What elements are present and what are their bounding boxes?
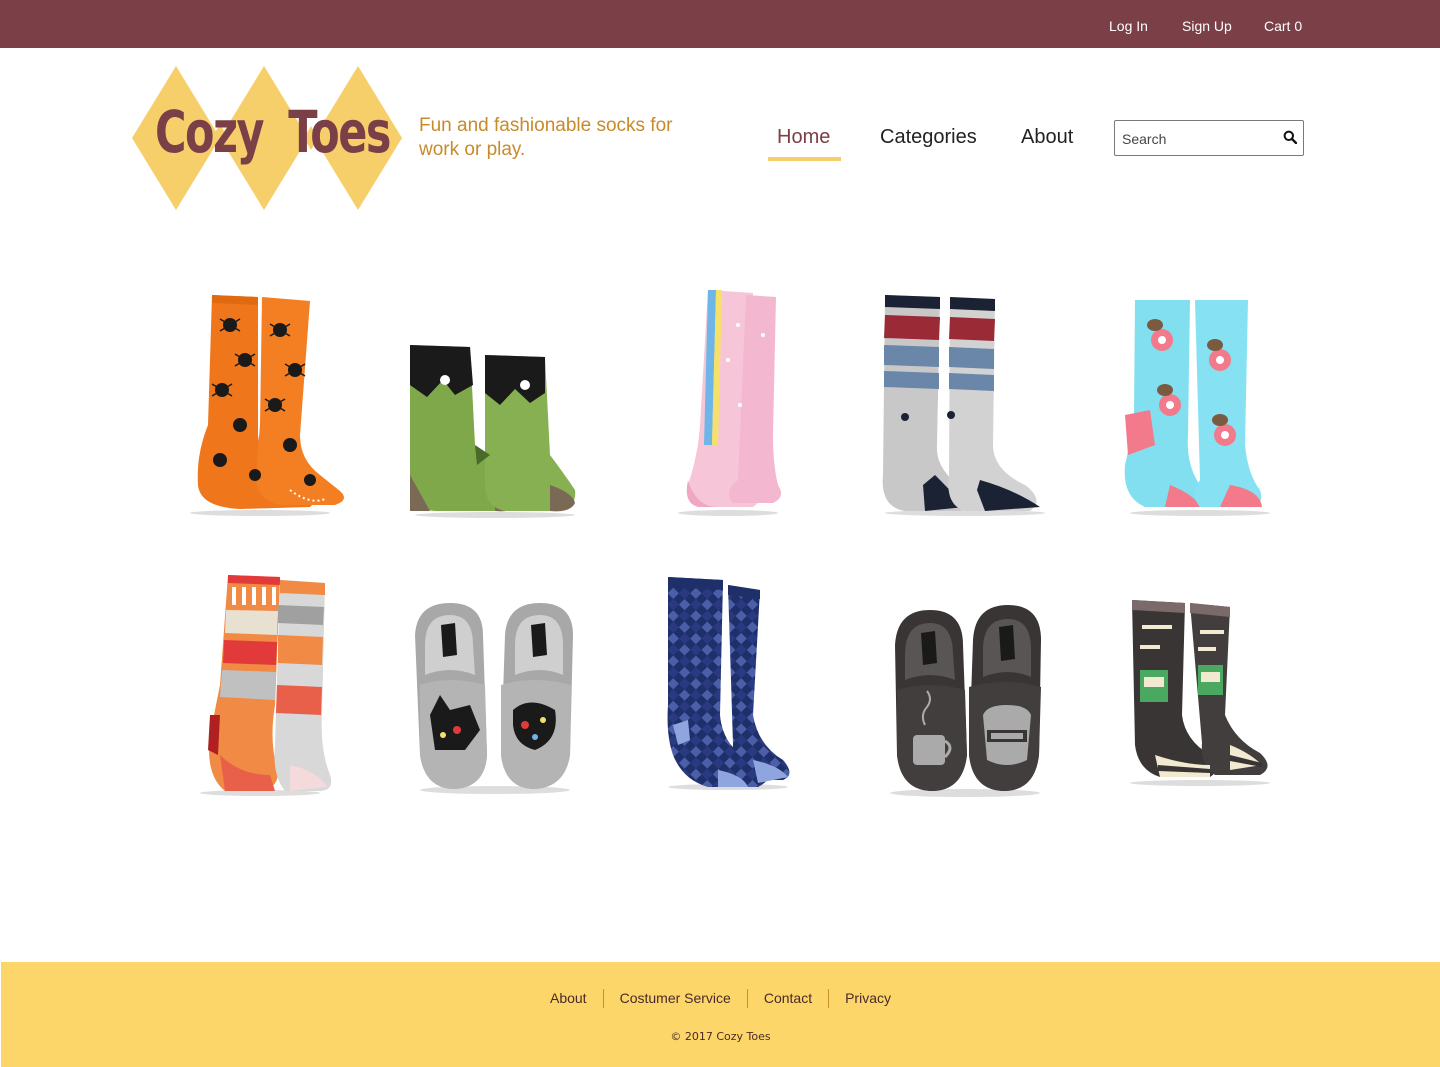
product-spider-socks[interactable] xyxy=(160,285,360,525)
striped-socks-image xyxy=(882,295,1045,516)
product-sunday-socks[interactable] xyxy=(1100,565,1300,805)
product-cat-slippers[interactable] xyxy=(395,565,595,805)
nav-categories[interactable]: Categories xyxy=(880,126,977,149)
logo-wordmark[interactable]: Cozy Toes xyxy=(155,98,391,166)
product-striped-socks[interactable] xyxy=(865,285,1065,525)
argyle-socks-image xyxy=(667,577,790,790)
footer-links: About Costumer Service Contact Privacy xyxy=(1,989,1440,1008)
copyright: © 2017 Cozy Toes xyxy=(670,1030,771,1043)
footer-link-customer-service[interactable]: Costumer Service xyxy=(602,989,747,1008)
logo-word-toes: Toes xyxy=(288,98,391,166)
unicorn-socks-image xyxy=(678,290,782,516)
product-nordic-socks[interactable] xyxy=(160,565,360,805)
search-icon[interactable] xyxy=(1283,130,1297,144)
nav-home[interactable]: Home xyxy=(777,126,830,149)
product-frankenstein-socks[interactable] xyxy=(395,285,595,525)
tagline: Fun and fashionable socks for work or pl… xyxy=(419,115,673,160)
product-sloth-socks[interactable] xyxy=(1100,285,1300,525)
login-link[interactable]: Log In xyxy=(1109,18,1148,34)
product-coffee-slippers[interactable] xyxy=(865,565,1065,805)
coffee-slippers-image xyxy=(890,605,1041,797)
frankenstein-socks-image xyxy=(410,345,576,518)
nordic-socks-image xyxy=(200,575,332,796)
footer-link-about[interactable]: About xyxy=(534,989,603,1008)
search-box xyxy=(1114,120,1304,156)
nav-about[interactable]: About xyxy=(1021,126,1073,149)
footer-link-contact[interactable]: Contact xyxy=(746,989,828,1008)
spider-socks-image xyxy=(190,295,344,516)
logo-word-cozy: Cozy xyxy=(155,98,265,166)
sunday-socks-image xyxy=(1130,600,1270,786)
cat-slippers-image xyxy=(415,603,573,794)
cart-link[interactable]: Cart 0 xyxy=(1264,18,1302,34)
footer: About Costumer Service Contact Privacy © 20… xyxy=(1,962,1440,1067)
sloth-socks-image xyxy=(1124,300,1270,516)
top-bar: Log In Sign Up Cart 0 xyxy=(0,0,1440,48)
product-unicorn-socks[interactable] xyxy=(628,285,828,525)
active-nav-underline xyxy=(768,157,841,161)
product-argyle-socks[interactable] xyxy=(628,565,828,805)
signup-link[interactable]: Sign Up xyxy=(1182,18,1232,34)
footer-link-privacy[interactable]: Privacy xyxy=(828,989,907,1008)
search-input[interactable] xyxy=(1122,129,1272,149)
